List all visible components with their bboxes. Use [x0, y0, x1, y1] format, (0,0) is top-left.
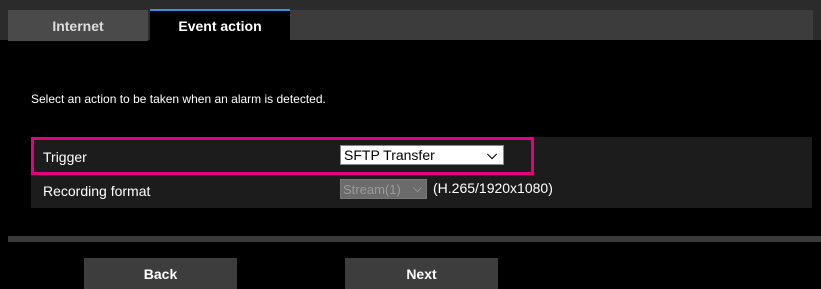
- chevron-down-icon: ⌵: [412, 181, 422, 195]
- tab-bar: Internet Event action: [0, 0, 821, 41]
- recording-format-select-value: Stream(1): [343, 181, 401, 197]
- chevron-down-icon: ⌵: [487, 147, 497, 162]
- tab-internet-label: Internet: [52, 17, 104, 34]
- recording-format-label: Recording format: [43, 183, 151, 199]
- back-button[interactable]: Back: [84, 258, 237, 289]
- tab-event-action-label: Event action: [178, 17, 262, 34]
- recording-format-select: Stream(1) ⌵: [340, 179, 427, 199]
- divider: [8, 236, 821, 242]
- trigger-label: Trigger: [43, 149, 87, 165]
- next-button[interactable]: Next: [345, 258, 498, 289]
- instruction-text: Select an action to be taken when an ala…: [31, 92, 326, 106]
- trigger-select[interactable]: SFTP Transfer ⌵: [340, 145, 504, 165]
- tab-bar-fill: [290, 10, 813, 40]
- recording-format-info: (H.265/1920x1080): [433, 180, 553, 196]
- tab-event-action[interactable]: Event action: [150, 9, 290, 40]
- back-button-label: Back: [143, 265, 178, 282]
- trigger-select-value: SFTP Transfer: [344, 147, 435, 163]
- next-button-label: Next: [406, 265, 437, 282]
- tab-internet[interactable]: Internet: [8, 10, 148, 41]
